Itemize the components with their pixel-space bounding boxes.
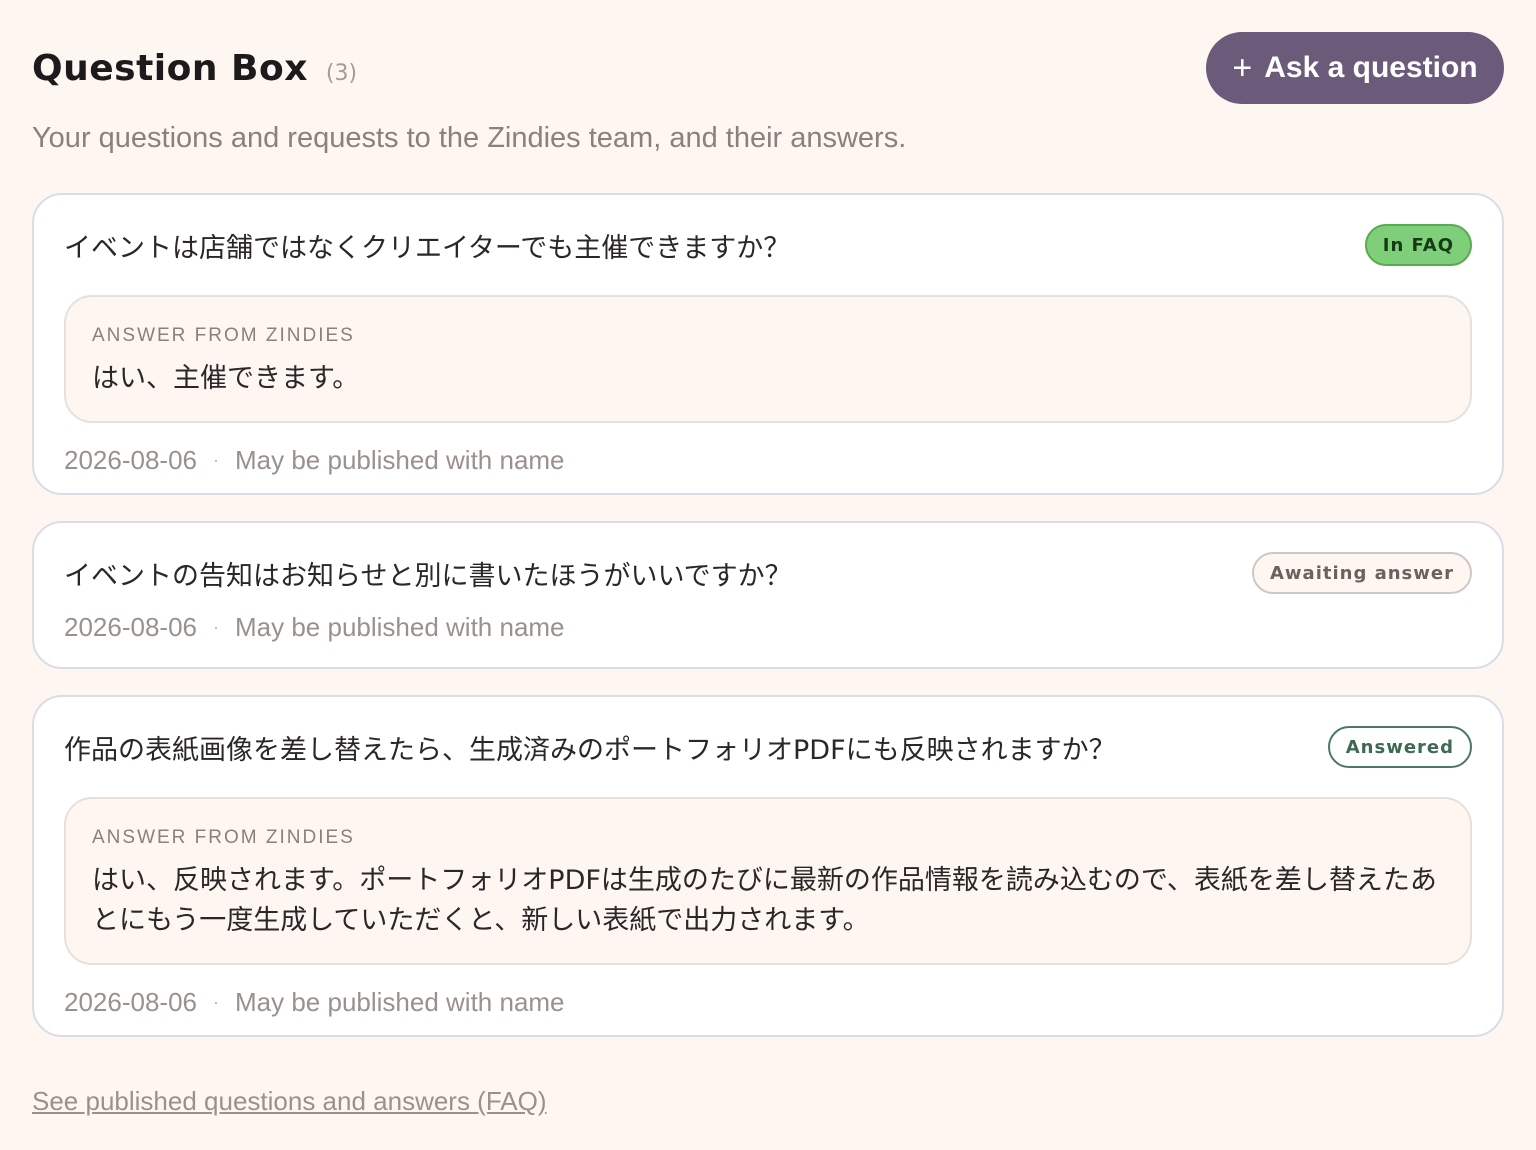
answer-box: ANSWER FROM ZINDIES はい、反映されます。ポートフォリオPDF… bbox=[64, 797, 1472, 965]
answer-label: ANSWER FROM ZINDIES bbox=[92, 325, 355, 346]
plus-icon: + bbox=[1232, 49, 1253, 87]
question-meta: 2026-08-06 · May be published with name bbox=[64, 423, 1472, 491]
question-text: 作品の表紙画像を差し替えたら、生成済みのポートフォリオPDFにも反映されますか？ bbox=[64, 734, 1116, 766]
question-meta: 2026-08-06 · May be published with name bbox=[64, 612, 1472, 642]
status-badge-in-faq: In FAQ bbox=[1364, 224, 1472, 266]
answer-text: はい、主催できます。 bbox=[92, 363, 360, 394]
meta-separator: · bbox=[213, 449, 219, 470]
publish-note: May be published with name bbox=[235, 444, 565, 475]
meta-separator: · bbox=[213, 991, 219, 1012]
title-group: Question Box (3) bbox=[32, 48, 357, 89]
question-meta: 2026-08-06 · May be published with name bbox=[64, 965, 1472, 1033]
question-text: イベントの告知はお知らせと別に書いたほうがいいですか？ bbox=[64, 560, 792, 592]
question-date: 2026-08-06 bbox=[64, 986, 197, 1017]
publish-note: May be published with name bbox=[235, 611, 565, 642]
question-text: イベントは店舗ではなくクリエイターでも主催できますか？ bbox=[64, 232, 791, 264]
ask-question-button[interactable]: + Ask a question bbox=[1206, 32, 1504, 104]
page-title: Question Box bbox=[32, 47, 308, 89]
answer-box: ANSWER FROM ZINDIES はい、主催できます。 bbox=[64, 295, 1472, 423]
ask-question-label: Ask a question bbox=[1264, 51, 1478, 84]
question-card: イベントの告知はお知らせと別に書いたほうがいいですか？ Awaiting ans… bbox=[32, 521, 1504, 669]
question-count: (3) bbox=[325, 60, 358, 86]
publish-note: May be published with name bbox=[235, 986, 565, 1017]
question-row: イベントの告知はお知らせと別に書いたほうがいいですか？ Awaiting ans… bbox=[64, 523, 1472, 623]
status-badge-answered: Answered bbox=[1327, 726, 1472, 768]
header: Question Box (3) + Ask a question bbox=[32, 32, 1504, 104]
question-row: 作品の表紙画像を差し替えたら、生成済みのポートフォリオPDFにも反映されますか？… bbox=[64, 697, 1472, 797]
meta-separator: · bbox=[213, 616, 219, 637]
question-card: イベントは店舗ではなくクリエイターでも主催できますか？ In FAQ ANSWE… bbox=[32, 193, 1504, 495]
status-badge-awaiting: Awaiting answer bbox=[1251, 552, 1472, 594]
answer-text: はい、反映されます。ポートフォリオPDFは生成のたびに最新の作品情報を読み込むの… bbox=[92, 865, 1437, 936]
question-date: 2026-08-06 bbox=[64, 444, 197, 475]
question-card: 作品の表紙画像を差し替えたら、生成済みのポートフォリオPDFにも反映されますか？… bbox=[32, 695, 1504, 1037]
question-row: イベントは店舗ではなくクリエイターでも主催できますか？ In FAQ bbox=[64, 195, 1472, 295]
answer-label: ANSWER FROM ZINDIES bbox=[92, 827, 355, 848]
faq-link[interactable]: See published questions and answers (FAQ… bbox=[32, 1086, 547, 1117]
page-subtitle: Your questions and requests to the Zindi… bbox=[32, 122, 907, 154]
question-date: 2026-08-06 bbox=[64, 611, 197, 642]
